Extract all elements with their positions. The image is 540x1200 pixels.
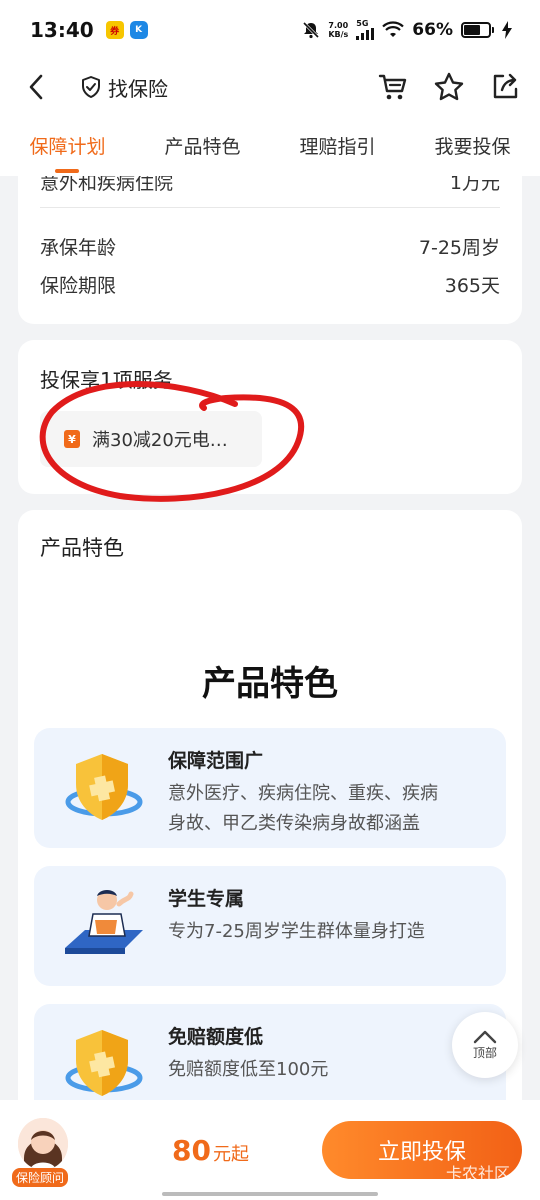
term-row: 保险期限 365天 <box>40 274 500 297</box>
cart-button[interactable] <box>376 70 410 104</box>
favorite-button[interactable] <box>432 70 466 104</box>
tab-features[interactable]: 产品特色 <box>164 124 240 167</box>
feature-desc: 专为7-25周岁学生群体量身打造 <box>168 921 425 942</box>
page-header: 找保险 <box>0 60 540 114</box>
coupon-bag-icon: ¥ <box>64 430 80 448</box>
age-value: 7-25周岁 <box>418 236 500 259</box>
price: 80 元起 <box>172 1134 249 1167</box>
service-chip[interactable]: ¥ 满30减20元电… <box>40 411 262 467</box>
feature-item: 学生专属 专为7-25周岁学生群体量身打造 <box>34 866 506 986</box>
page-title: 找保险 <box>108 76 168 101</box>
features-banner-title: 产品特色 <box>202 664 338 704</box>
back-to-top-label: 顶部 <box>472 1045 497 1060</box>
shield-check-icon <box>82 76 100 98</box>
age-row: 承保年龄 7-25周岁 <box>40 208 500 274</box>
page-title-group: 找保险 <box>80 73 168 102</box>
age-label: 承保年龄 <box>40 236 117 259</box>
home-indicator[interactable] <box>162 1192 378 1196</box>
price-unit: 元起 <box>212 1143 249 1165</box>
service-card: 投保享1项服务 ¥ 满30减20元电… <box>18 340 522 494</box>
back-to-top-button[interactable]: 顶部 <box>452 1012 518 1078</box>
features-card: 产品特色 产品特色 保障范围广 意外医疗、疾病住院、重疾、疾病 身故、甲乙类传染病… <box>18 510 522 1150</box>
notification-icons: 券 K <box>105 21 148 39</box>
network-speed: 7.00 KB/s <box>328 21 349 39</box>
section-tabs: 保障计划 产品特色 理赔指引 我要投保 <box>0 114 540 176</box>
status-time: 13:40 <box>30 18 94 42</box>
service-chip-text: 满30减20元电… <box>92 430 228 451</box>
feature-desc: 意外医疗、疾病住院、重疾、疾病 身故、甲乙类传染病身故都涵盖 <box>168 783 438 834</box>
student-reading-illustration-icon <box>58 884 150 968</box>
battery-percent: 66% <box>412 20 453 40</box>
header-actions <box>376 70 522 104</box>
status-bar: 13:40 券 K 7.00 KB/s 5G 66% <box>0 0 540 60</box>
term-value: 365天 <box>444 274 500 297</box>
app-notification-icon: 券 <box>105 21 124 39</box>
tab-claims-guide[interactable]: 理赔指引 <box>299 124 375 167</box>
charging-icon <box>502 21 512 39</box>
term-label: 保险期限 <box>40 274 117 297</box>
feature-title: 保障范围广 <box>168 750 264 772</box>
tab-coverage-plan[interactable]: 保障计划 <box>29 124 106 173</box>
price-amount: 80 <box>172 1133 211 1167</box>
watermark: 卡农社区 <box>446 1164 511 1183</box>
advisor-button[interactable]: 保险顾问 <box>12 1112 76 1188</box>
features-heading: 产品特色 <box>40 536 124 560</box>
chevron-left-icon <box>29 74 43 100</box>
share-icon <box>493 73 518 99</box>
feature-item: 保障范围广 意外医疗、疾病住院、重疾、疾病 身故、甲乙类传染病身故都涵盖 <box>34 728 506 848</box>
cellular-signal-icon: 5G <box>356 20 375 40</box>
chevron-up-icon <box>473 1030 497 1043</box>
feature-desc: 免赔额度低至100元 <box>168 1059 329 1080</box>
k-app-icon: K <box>129 21 148 39</box>
service-title: 投保享1项服务 <box>40 368 173 392</box>
wifi-icon <box>382 21 405 37</box>
feature-title: 学生专属 <box>168 888 245 910</box>
mute-bell-icon <box>303 21 320 39</box>
shield-illustration-icon <box>58 746 150 830</box>
battery-icon <box>461 22 494 38</box>
feature-title: 免赔额度低 <box>168 1026 264 1048</box>
shield-illustration-icon <box>58 1022 150 1106</box>
tab-buy[interactable]: 我要投保 <box>434 124 510 167</box>
back-button[interactable] <box>18 67 54 107</box>
star-icon <box>434 72 464 101</box>
cart-icon <box>378 74 407 100</box>
coverage-info-card: 意外和疾病住院 1万元 承保年龄 7-25周岁 保险期限 365天 <box>18 150 522 324</box>
status-indicators: 7.00 KB/s 5G 66% <box>302 20 512 40</box>
bottom-action-bar: 保险顾问 80 元起 立即投保 <box>0 1100 540 1200</box>
advisor-label: 保险顾问 <box>12 1168 69 1187</box>
advisor-avatar <box>18 1118 68 1170</box>
share-button[interactable] <box>488 70 522 104</box>
